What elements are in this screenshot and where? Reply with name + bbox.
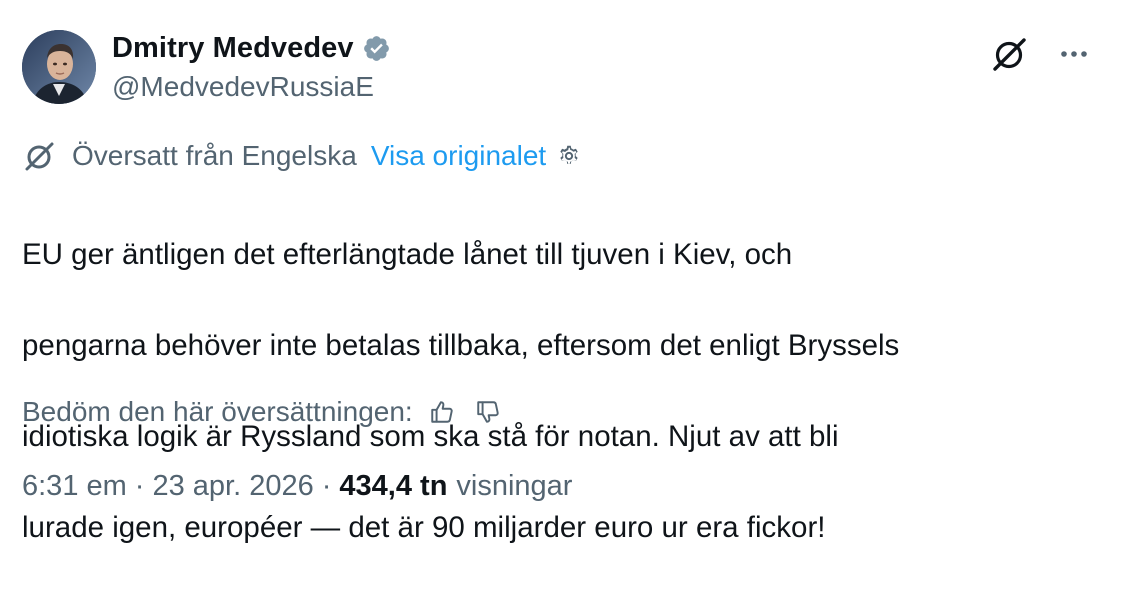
avatar-image (22, 30, 96, 104)
author-name-row: Dmitry Medvedev (112, 30, 391, 66)
author-display-name[interactable]: Dmitry Medvedev (112, 32, 354, 65)
thumbs-down-icon[interactable] (475, 399, 501, 425)
more-dots-icon[interactable] (1056, 36, 1092, 72)
tweet-time[interactable]: 6:31 em (22, 470, 127, 503)
translated-from-label: Översatt från Engelska (72, 140, 357, 171)
tweet-text-line: pengarna behöver inte betalas tillbaka, … (22, 328, 900, 362)
tweet-text-line: lurade igen, européer — det är 90 miljar… (22, 510, 826, 544)
avatar[interactable] (22, 30, 96, 104)
rate-translation-label: Bedöm den här översättningen: (22, 396, 413, 427)
tweet-text-line: EU ger äntligen det efterlängtade lånet … (22, 237, 793, 271)
grok-icon[interactable] (990, 34, 1030, 74)
tweet-meta: 6:31 em · 23 apr. 2026 · 434,4 tn visnin… (22, 466, 572, 506)
thumbs-up-icon[interactable] (429, 399, 455, 425)
verified-badge-icon[interactable] (362, 34, 391, 63)
author-handle[interactable]: @MedvedevRussiaE (112, 70, 391, 104)
tweet-text: EU ger äntligen det efterlängtade lånet … (22, 186, 1112, 596)
meta-separator: · (134, 469, 145, 502)
show-original-link[interactable]: Visa originalet (371, 140, 546, 172)
tweet-date[interactable]: 23 apr. 2026 (152, 470, 313, 503)
rate-translation-bar: Bedöm den här översättningen: (22, 392, 501, 432)
views-label: visningar (456, 469, 573, 502)
grok-translate-icon (22, 138, 58, 174)
translation-bar: Översatt från Engelska Visa originalet (22, 136, 582, 176)
views-count: 434,4 tn (339, 469, 448, 502)
meta-separator: · (321, 469, 332, 502)
tweet-card: Dmitry Medvedev @MedvedevRussiaE Översat… (0, 0, 1126, 544)
tweet-header-actions (990, 34, 1092, 74)
author-block: Dmitry Medvedev @MedvedevRussiaE (112, 30, 391, 104)
gear-icon[interactable] (556, 143, 582, 169)
